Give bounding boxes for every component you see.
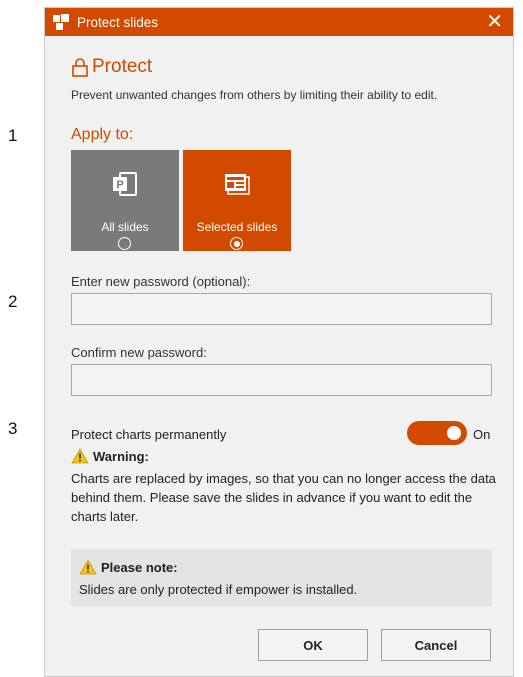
lock-icon [72, 58, 88, 77]
protect-charts-toggle[interactable] [407, 421, 467, 445]
svg-text:P: P [116, 179, 123, 191]
powerpoint-icon: P [113, 172, 137, 196]
step-number-3: 3 [8, 419, 18, 438]
step-number-1: 1 [8, 126, 18, 145]
confirm-password-input[interactable] [71, 364, 492, 396]
all-slides-radio[interactable] [118, 237, 131, 250]
warning-icon [71, 448, 89, 464]
selected-slides-label: Selected slides [196, 220, 278, 234]
protect-charts-label: Protect charts permanently [71, 427, 227, 442]
apply-to-label: Apply to: [71, 126, 134, 143]
protect-heading-text: Protect [92, 56, 153, 77]
close-icon[interactable]: ✕ [486, 11, 503, 33]
empower-logo-icon [53, 14, 69, 30]
protect-slides-dialog: Protect slides ✕ Protect Prevent unwante… [44, 7, 514, 677]
warning-text: Charts are replaced by images, so that y… [71, 471, 496, 524]
note-heading: Please note: [79, 559, 178, 575]
warning-heading: Warning: [71, 448, 149, 464]
note-text: Slides are only protected if empower is … [79, 582, 358, 597]
dialog-title: Protect slides [77, 14, 159, 30]
new-password-input[interactable] [71, 293, 492, 325]
ok-button[interactable]: OK [258, 629, 368, 661]
selected-slides-option[interactable]: Selected slides [183, 150, 291, 251]
all-slides-label: All slides [101, 220, 149, 234]
note-title: Please note: [101, 559, 178, 575]
cancel-button[interactable]: Cancel [381, 629, 491, 661]
selected-slides-radio[interactable] [230, 237, 243, 250]
all-slides-option[interactable]: P All slides [71, 150, 179, 251]
new-password-label: Enter new password (optional): [71, 274, 251, 289]
protect-heading: Protect [71, 56, 152, 78]
toggle-state-text: On [473, 427, 491, 442]
step-number-2: 2 [8, 292, 18, 311]
note-box: Please note: Slides are only protected i… [71, 549, 492, 606]
confirm-password-label: Confirm new password: [71, 345, 207, 360]
warning-icon [79, 559, 97, 575]
selected-slides-icon [225, 174, 250, 195]
warning-title: Warning: [93, 448, 149, 464]
title-bar: Protect slides ✕ [45, 8, 513, 36]
protect-description: Prevent unwanted changes from others by … [71, 88, 438, 102]
